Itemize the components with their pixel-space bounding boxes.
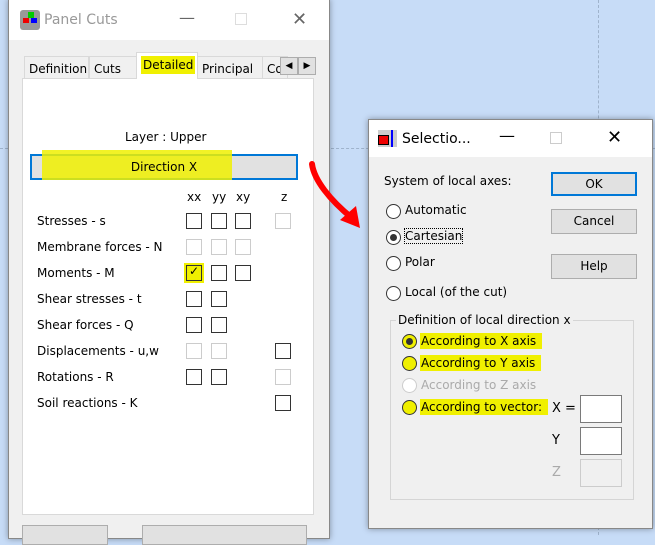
vector-z-input (580, 459, 622, 487)
radio-direction-label[interactable]: According to Y axis (420, 355, 542, 371)
row-label: Moments - M (37, 266, 115, 280)
vector-y-input[interactable] (580, 427, 622, 455)
direction-group-label: Definition of local direction x (396, 313, 573, 327)
row-label: Shear forces - Q (37, 318, 134, 332)
checkbox-yy[interactable] (211, 369, 227, 385)
vector-x-input[interactable] (580, 395, 622, 423)
title-bar[interactable]: Panel Cuts — ✕ (9, 0, 329, 40)
row-label: Displacements - u,w (37, 344, 159, 358)
app-icon (20, 10, 40, 30)
checkbox-z (275, 213, 291, 229)
row-label: Shear stresses - t (37, 292, 142, 306)
column-header-yy: yy (212, 190, 227, 204)
minimize-button[interactable]: — (499, 126, 515, 145)
vector-y-label: Y (552, 433, 560, 448)
checkbox-xx[interactable] (186, 369, 202, 385)
maximize-button[interactable] (235, 13, 247, 25)
checkbox-z[interactable] (275, 395, 291, 411)
checkbox-z (275, 369, 291, 385)
row-label: Rotations - R (37, 370, 114, 384)
checkbox-z[interactable] (275, 343, 291, 359)
radio-direction-0[interactable] (402, 334, 417, 349)
checkbox-xy[interactable] (235, 265, 251, 281)
check-icon: ✓ (189, 264, 200, 278)
ok-button[interactable]: OK (551, 172, 637, 196)
dialog-icon (378, 130, 397, 147)
column-header-z: z (281, 190, 288, 204)
cancel-button[interactable]: Cancel (551, 209, 637, 234)
layer-label: Layer : Upper (125, 130, 207, 144)
tab-scroll-left-button[interactable]: ◀ (280, 57, 298, 75)
checkbox-xx[interactable] (186, 291, 202, 307)
help-button[interactable]: Help (551, 254, 637, 279)
row-label: Soil reactions - K (37, 396, 138, 410)
checkbox-xx[interactable] (186, 213, 202, 229)
tab-label: Detailed (141, 56, 196, 74)
label-button[interactable] (142, 525, 307, 545)
radio-direction-2 (402, 378, 417, 393)
checkbox-xx (186, 239, 202, 255)
checkbox-xy[interactable] (235, 213, 251, 229)
radio-direction-label[interactable]: According to X axis (420, 333, 543, 349)
checkbox-yy[interactable] (211, 291, 227, 307)
radio-axes-label[interactable]: Automatic (405, 203, 467, 217)
checkbox-yy[interactable] (211, 265, 227, 281)
system-axes-label: System of local axes: (384, 174, 512, 188)
vector-x-label: X = (552, 401, 576, 416)
checkbox-xx (186, 343, 202, 359)
radio-direction-label[interactable]: According to vector: (420, 399, 549, 415)
row-label: Stresses - s (37, 214, 106, 228)
checkbox-xy (235, 239, 251, 255)
close-button[interactable]: ✕ (292, 9, 307, 30)
radio-axes-3[interactable] (386, 286, 401, 301)
minimize-button[interactable]: — (179, 8, 195, 27)
tab-definition[interactable]: Definition (24, 56, 89, 79)
direction-x-button[interactable]: Direction X (30, 150, 298, 180)
radio-axes-label[interactable]: Local (of the cut) (405, 285, 507, 299)
checkbox-yy[interactable] (211, 317, 227, 333)
button-label: Direction X (130, 160, 198, 174)
radio-direction-3[interactable] (402, 400, 417, 415)
tab-principal[interactable]: Principal (197, 56, 263, 79)
tab-cuts[interactable]: Cuts (89, 56, 137, 79)
close-button[interactable]: ✕ (607, 127, 622, 148)
new-button[interactable] (22, 525, 108, 545)
tab-scroll-right-button[interactable]: ▶ (298, 57, 316, 75)
column-header-xx: xx (187, 190, 202, 204)
dialog-title: Selectio... (402, 131, 471, 147)
vector-z-label: Z (552, 465, 561, 480)
radio-axes-label[interactable]: Polar (405, 255, 435, 269)
column-header-xy: xy (236, 190, 251, 204)
tab-detailed[interactable]: Detailed (136, 52, 198, 79)
checkbox-yy[interactable] (211, 213, 227, 229)
radio-direction-1[interactable] (402, 356, 417, 371)
radio-axes-0[interactable] (386, 204, 401, 219)
radio-axes-label[interactable]: Cartesian (403, 228, 464, 244)
radio-direction-label: According to Z axis (421, 378, 537, 392)
row-label: Membrane forces - N (37, 240, 163, 254)
radio-axes-1[interactable] (386, 230, 401, 245)
checkbox-yy (211, 239, 227, 255)
checkbox-xx[interactable] (186, 317, 202, 333)
maximize-button[interactable] (550, 132, 562, 144)
radio-axes-2[interactable] (386, 256, 401, 271)
window-title: Panel Cuts (44, 12, 118, 28)
checkbox-xx[interactable]: ✓ (184, 263, 204, 283)
checkbox-yy (211, 343, 227, 359)
title-bar[interactable]: Selectio... — ✕ (369, 120, 652, 157)
